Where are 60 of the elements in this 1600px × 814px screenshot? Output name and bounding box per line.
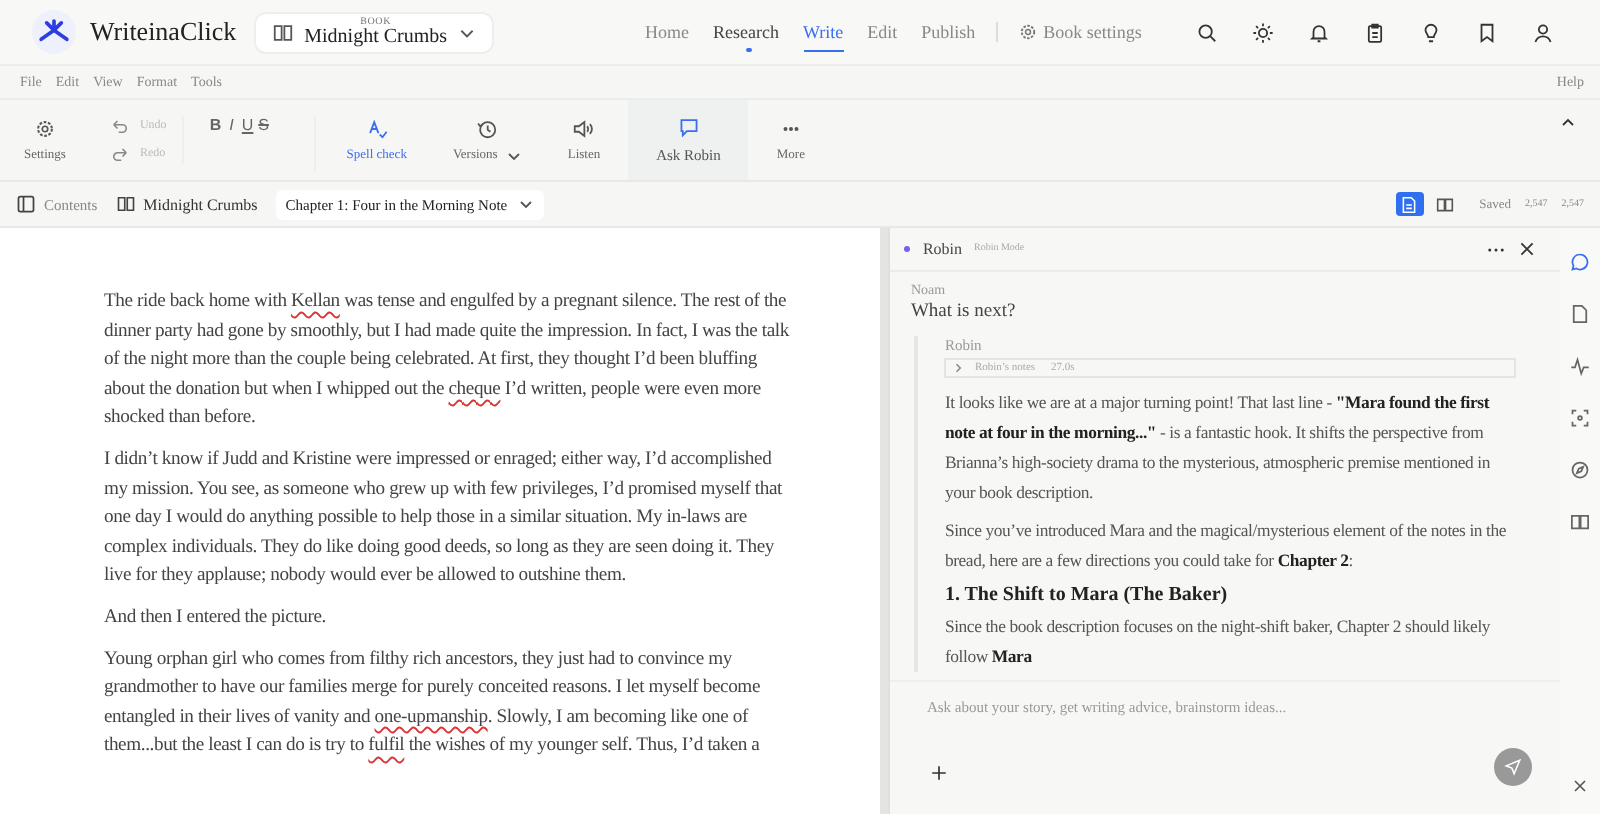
reply-paragraph: Since you’ve introduced Mara and the magical/mysterious element of the notes in the bread, here are a few directions you could take for Chapter 2: bbox=[944, 518, 1509, 574]
bell-icon[interactable] bbox=[1308, 21, 1330, 43]
undo-arrow-icon bbox=[109, 116, 130, 136]
send-icon bbox=[1504, 758, 1523, 776]
activity-icon[interactable] bbox=[1570, 356, 1590, 376]
book-icon bbox=[115, 194, 136, 214]
gear-icon bbox=[1017, 22, 1038, 42]
close-icon[interactable] bbox=[1518, 240, 1537, 258]
logo-icon bbox=[32, 10, 76, 54]
nav-tab[interactable]: Home bbox=[645, 14, 690, 50]
paragraph: And then I entered the picture. bbox=[104, 603, 329, 632]
status-dot-icon bbox=[904, 246, 911, 252]
book-icon[interactable] bbox=[1570, 512, 1590, 532]
user-icon[interactable] bbox=[1532, 21, 1554, 43]
nav-tab[interactable]: Publish bbox=[921, 14, 976, 50]
versions-icon bbox=[476, 117, 499, 139]
scan-icon[interactable] bbox=[1570, 408, 1590, 428]
search-icon[interactable] bbox=[1196, 21, 1218, 43]
format-button[interactable]: S bbox=[256, 116, 271, 136]
book-settings-link[interactable]: Book settings bbox=[1017, 14, 1142, 50]
format-button[interactable]: U bbox=[240, 116, 255, 136]
gear-icon bbox=[33, 118, 56, 140]
format-button[interactable]: B bbox=[208, 116, 223, 136]
clipboard-icon[interactable] bbox=[1364, 21, 1386, 43]
sun-icon[interactable] bbox=[1252, 21, 1274, 43]
ask-icon bbox=[677, 116, 700, 138]
format-button[interactable]: I bbox=[224, 116, 239, 136]
user-message: What is next? bbox=[910, 302, 1018, 322]
close-icon[interactable] bbox=[1572, 778, 1588, 794]
chevron-down-icon bbox=[517, 196, 534, 212]
page-view-button[interactable] bbox=[1395, 192, 1424, 216]
collapse-icon[interactable] bbox=[1560, 114, 1576, 130]
chevron-down-icon bbox=[505, 147, 522, 163]
add-icon[interactable] bbox=[930, 764, 949, 782]
chat-title: Robin bbox=[922, 240, 962, 258]
book-crumb[interactable]: Midnight Crumbs bbox=[115, 194, 258, 214]
chat-icon[interactable] bbox=[1570, 252, 1590, 272]
paragraph: Young orphan girl who comes from filthy rich ancestors, they just had to convince my grandmother to have our families merge for purely conceited reasons. I let myself become entangled in their lives of vanity and one-upmanship. Slowly, I am becoming like one of them...but the least I can do is try to fulfil the wishes of my younger self. Thus, I’d taken a bbox=[104, 645, 763, 761]
nav-tab[interactable]: Edit bbox=[867, 14, 898, 50]
redo-arrow-icon bbox=[109, 144, 130, 164]
book-icon bbox=[1436, 195, 1455, 213]
paragraph: I didn’t know if Judd and Kristine were impressed or enraged; either way, I’d accomplished my mission. You see, as someone who grew up with few privileges, I’d promised myself that one day I would do anything possible to help those in a similar situation. My in-laws are complex individuals. They do like doing good deeds, so long as they are seen doing it. They live for they applause; nobody would ever be allowed to outshine them. bbox=[104, 445, 785, 591]
book-icon bbox=[272, 21, 295, 43]
reply-paragraph: It looks like we are at a major turning point! That last line - "Mara found the first note at four in the morning..." - is a fantastic hook. It shifts the perspective from Brianna’s high-society drama to the mysterious, atmospheric premise mentioned in your book description. bbox=[944, 390, 1492, 506]
reply-heading: 1. The Shift to Mara (The Baker) bbox=[944, 584, 1230, 606]
spell-icon bbox=[365, 118, 388, 140]
app-name: WriteinaClick bbox=[90, 16, 237, 48]
bookmark-icon[interactable] bbox=[1476, 21, 1498, 43]
document-icon[interactable] bbox=[1570, 304, 1590, 324]
send-button[interactable] bbox=[1494, 748, 1533, 786]
compass-icon[interactable] bbox=[1570, 460, 1590, 480]
listen-icon bbox=[572, 118, 595, 140]
paragraph: The ride back home with Kellan was tense and engulfed by a pregnant silence. The rest of the dinner party had gone by smoothly, but I had made quite the impression. In fact, I was the talk of the night more than the couple being celebrated. At first, they thought I’d been bluffing about the donation but when I whipped out the cheque I’d written, people were even more shocked than before. bbox=[104, 288, 792, 433]
nav-tab[interactable]: Write bbox=[803, 13, 844, 51]
page-icon bbox=[1400, 195, 1419, 213]
reply-paragraph: Since the book description focuses on the night-shift baker, Chapter 2 should likely follow Mara bbox=[944, 614, 1493, 670]
bulb-icon[interactable] bbox=[1420, 21, 1442, 43]
chevron-right-icon bbox=[952, 362, 965, 374]
sidebar-icon bbox=[16, 194, 36, 214]
nav-tab[interactable]: Research bbox=[713, 14, 780, 50]
